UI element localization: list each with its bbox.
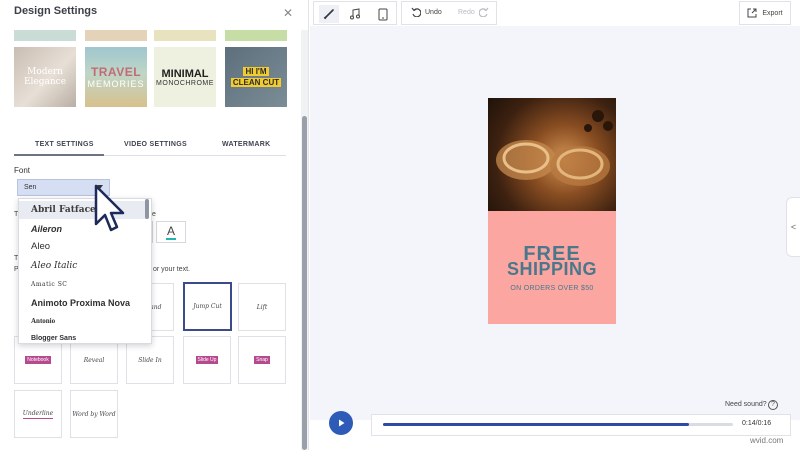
font-option[interactable]: Abril Fatface [19,201,147,219]
font-option[interactable]: Antonio [19,312,147,330]
font-option[interactable]: Animoto Proxima Nova [19,294,147,312]
active-tab-indicator [14,154,104,156]
design-settings-panel: Design Settings ✕ Modern Elegance TRAVEL… [0,0,309,450]
style-subtitle: MONOCHROME [156,79,214,87]
animation-label: Lift [256,303,268,311]
music-icon[interactable] [345,5,365,23]
video-preview[interactable] [488,98,616,324]
style-thumb-partial[interactable] [154,30,216,41]
redo-label: Redo [458,8,475,16]
undo-button[interactable]: Undo [411,7,442,17]
export-label: Export [762,9,783,17]
style-modern-elegance[interactable]: Modern Elegance [14,47,76,107]
animation-label: Reveal [83,356,105,364]
style-title: TRAVEL [90,65,142,79]
style-subtitle: Elegance [23,77,67,87]
pen-icon[interactable] [319,5,339,23]
animation-jump-cut[interactable]: Jump Cut [183,282,232,331]
phone-icon[interactable] [373,5,393,23]
animation-snap[interactable]: Snap [238,336,286,384]
animation-slide-up[interactable]: Slide Up [183,336,231,384]
text-color-swatch [166,237,176,240]
animation-hint-text: or your text. [153,266,190,273]
style-travel-memories[interactable]: TRAVEL MEMORIES [85,47,147,107]
export-icon [747,8,757,18]
font-option[interactable]: Aileron [19,220,147,238]
text-color-button[interactable]: A [156,221,186,243]
animation-label: Underline [22,409,54,419]
animation-label: Slide In [138,356,162,364]
preview-photo [488,98,616,211]
animation-label: Slide Up [195,356,219,364]
font-option[interactable]: Aleo [19,238,147,256]
text-color-icon: A [166,223,175,238]
export-button[interactable]: Export [739,1,791,25]
animation-label: Word by Word [72,410,116,418]
tab-text-settings[interactable]: TEXT SETTINGS [35,141,94,148]
panel-scrollbar-thumb[interactable] [302,116,307,450]
undo-label: Undo [425,8,442,16]
font-option[interactable]: Amatic SC [19,276,147,294]
style-thumb-partial[interactable] [85,30,147,41]
style-title: MINIMAL [161,67,209,80]
playback-progress [383,423,690,426]
undo-icon [411,7,421,17]
play-icon [339,419,345,427]
animation-lift[interactable]: Lift [238,283,286,331]
style-clean-cut[interactable]: HI I'M CLEAN CUT [225,47,287,107]
animation-word-by-word[interactable]: Word by Word [70,390,118,438]
redo-icon [478,7,489,17]
mouse-cursor-icon [94,184,125,232]
play-button[interactable] [329,411,353,435]
font-dropdown-list: Abril Fatface Aileron Aleo Aleo Italic A… [18,198,152,344]
style-title: Modern [27,67,63,77]
font-option[interactable]: Aleo Italic [19,257,147,275]
font-option[interactable]: Blogger Sans [19,330,147,343]
style-thumb-partial[interactable] [14,30,76,41]
panel-title: Design Settings [14,5,98,17]
partial-label: e [152,211,156,218]
playback-time: 0:14/0:16 [742,420,772,427]
tab-watermark[interactable]: WATERMARK [222,141,270,148]
help-icon[interactable]: ? [768,400,778,410]
editor-mode-toolbar [313,1,397,25]
animation-label: Jump Cut [193,303,222,310]
animation-label: Snap [254,356,270,364]
style-subtitle: CLEAN CUT [230,78,282,87]
redo-button[interactable]: Redo [458,7,489,17]
close-icon[interactable]: ✕ [283,7,293,19]
tab-video-settings[interactable]: VIDEO SETTINGS [124,141,187,148]
animation-label: Notebook [25,356,51,364]
side-panel-toggle[interactable]: < [786,197,800,257]
animation-underline[interactable]: Underline [14,390,62,438]
preview-text-slide [488,211,616,324]
need-sound-link[interactable]: Need sound? [725,401,767,408]
font-label: Font [14,166,31,175]
style-title: HI I'M [243,67,269,76]
font-select-value: Sen [24,184,37,191]
history-toolbar: Undo Redo [401,1,497,25]
style-subtitle: MEMORIES [87,79,145,89]
style-minimal-monochrome[interactable]: MINIMAL MONOCHROME [154,47,216,107]
style-thumb-partial[interactable] [225,30,287,41]
dropdown-scrollbar-thumb[interactable] [145,199,149,219]
site-watermark: wvid.com [750,436,784,445]
